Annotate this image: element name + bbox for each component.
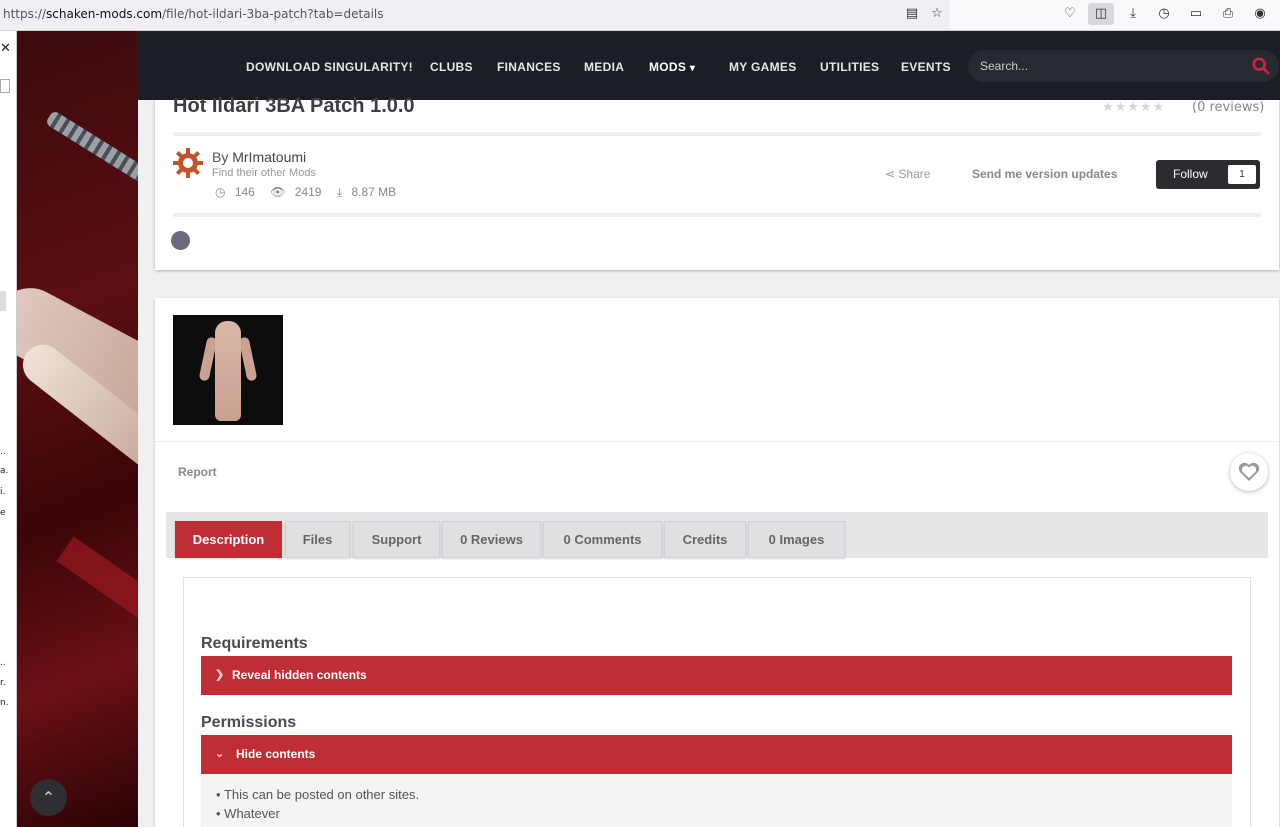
text-fragment: ..: [0, 447, 6, 457]
version-updates-button[interactable]: Send me version updates: [972, 167, 1117, 181]
nav-media[interactable]: MEDIA: [584, 60, 624, 74]
downloads-icon[interactable]: ⤓: [1124, 5, 1142, 23]
nav-clubs[interactable]: CLUBS: [430, 60, 473, 74]
browser-toolbar: https://schaken-mods.com/file/hot-ildari…: [0, 0, 1280, 31]
tab-reviews[interactable]: 0 Reviews: [442, 521, 541, 558]
author-link[interactable]: MrImatoumi: [232, 149, 306, 165]
site-navigation: DOWNLOAD SINGULARITY! CLUBS FINANCES MED…: [137, 31, 1280, 100]
follow-count: 1: [1228, 165, 1256, 184]
tab-support[interactable]: Support: [353, 521, 440, 558]
author-line: By MrImatoumi: [212, 149, 307, 165]
divider: [173, 132, 1261, 136]
comments-stat: ◷ 146: [215, 185, 255, 199]
bookmark-star-icon[interactable]: ☆: [928, 5, 946, 23]
streak-graphic: [56, 536, 138, 676]
clock-icon: ◷: [215, 185, 226, 199]
nav-utilities[interactable]: UTILITIES: [820, 60, 879, 74]
chain-graphic: [44, 109, 138, 209]
close-icon[interactable]: ✕: [0, 41, 11, 56]
text-fragment: ..: [0, 658, 6, 668]
status-dot[interactable]: [171, 231, 190, 250]
chevron-down-icon: ▾: [689, 63, 696, 74]
report-link[interactable]: Report: [178, 465, 217, 479]
rating-stars[interactable]: ★★★★★: [1102, 100, 1165, 115]
share-icon: ⋖: [885, 167, 896, 181]
account-icon[interactable]: ◉: [1251, 5, 1269, 23]
panel-input-fragment: [0, 79, 10, 93]
follow-label: Follow: [1173, 167, 1208, 181]
nav-finances[interactable]: FINANCES: [497, 60, 561, 74]
url-text: https://schaken-mods.com/file/hot-ildari…: [3, 7, 384, 21]
divider: [173, 213, 1261, 217]
author-avatar-gear-icon[interactable]: [172, 147, 204, 179]
tab-images[interactable]: 0 Images: [748, 521, 845, 558]
text-fragment: i.: [0, 487, 6, 497]
chevron-right-icon: ❯: [215, 669, 225, 681]
tab-description[interactable]: Description: [175, 521, 282, 558]
divider: [155, 441, 1279, 442]
file-header-card: Hot Ildari 3BA Patch 1.0.0 ★★★★★ (0 revi…: [155, 95, 1279, 270]
like-heart-icon[interactable]: [1230, 453, 1268, 491]
panel-scroll-fragment: [0, 291, 6, 311]
text-fragment: a.: [0, 466, 9, 476]
reader-view-icon[interactable]: ▤: [903, 5, 921, 23]
permissions-list: • This can be posted on other sites. • W…: [201, 774, 1232, 827]
screenshot-thumbnail[interactable]: [173, 315, 283, 425]
reveal-hidden-contents-button[interactable]: ❯ Reveal hidden contents: [201, 656, 1232, 695]
search-input[interactable]: [980, 57, 1240, 75]
tab-files[interactable]: Files: [285, 521, 350, 558]
address-bar[interactable]: https://schaken-mods.com/file/hot-ildari…: [0, 0, 950, 30]
requirements-heading: Requirements: [201, 635, 308, 652]
search-box: [968, 50, 1279, 82]
description-content: Requirements ❯ Reveal hidden contents Pe…: [183, 577, 1251, 827]
thumbnail-figure: [215, 321, 241, 421]
reviews-count: (0 reviews): [1192, 100, 1265, 115]
size-stat: ⤓ 8.87 MB: [336, 185, 397, 199]
views-stat: 👁 2419: [270, 185, 322, 199]
eye-icon: 👁: [270, 185, 286, 199]
thumbnail-figure-part: [238, 336, 258, 382]
history-icon[interactable]: ◷: [1155, 5, 1173, 23]
permissions-heading: Permissions: [201, 714, 297, 731]
scroll-to-top-button[interactable]: ⌃: [30, 779, 67, 816]
nav-my-games[interactable]: MY GAMES: [729, 60, 797, 74]
page-title: Hot Ildari 3BA Patch 1.0.0: [173, 95, 415, 117]
share-button[interactable]: ⋖ Share: [885, 167, 930, 181]
search-icon[interactable]: [1252, 57, 1270, 75]
chevron-down-icon: ⌄: [215, 748, 225, 760]
nav-download-singularity[interactable]: DOWNLOAD SINGULARITY!: [246, 60, 413, 74]
print-icon[interactable]: ⎙: [1219, 5, 1237, 23]
tab-bar: Description Files Support 0 Reviews 0 Co…: [166, 512, 1268, 558]
text-fragment: n.: [0, 698, 9, 708]
other-mods-link[interactable]: Find their other Mods: [212, 167, 316, 179]
hide-contents-button[interactable]: ⌄ Hide contents: [201, 735, 1232, 774]
file-stats: ◷ 146 👁 2419 ⤓ 8.87 MB: [215, 185, 408, 200]
text-fragment: e: [0, 508, 6, 518]
follow-button[interactable]: Follow 1: [1156, 160, 1260, 189]
background-artwork: [17, 31, 138, 827]
tab-comments[interactable]: 0 Comments: [543, 521, 662, 558]
nav-events[interactable]: EVENTS: [901, 60, 951, 74]
folder-icon[interactable]: ▭: [1187, 5, 1205, 23]
download-icon: ⤓: [336, 185, 343, 199]
side-panel-fragment: ✕ .. a. i. e .. r. n.: [0, 31, 17, 827]
nav-mods[interactable]: MODS ▾: [649, 60, 695, 74]
file-details-card: Report Description Files Support 0 Revie…: [155, 298, 1279, 827]
tab-credits[interactable]: Credits: [664, 521, 746, 558]
pocket-icon[interactable]: ♡: [1061, 5, 1079, 23]
list-item: • This can be posted on other sites.: [216, 787, 420, 802]
text-fragment: r.: [0, 678, 6, 688]
list-item: • Whatever: [216, 806, 280, 821]
sidebar-icon[interactable]: ◫: [1088, 3, 1114, 25]
